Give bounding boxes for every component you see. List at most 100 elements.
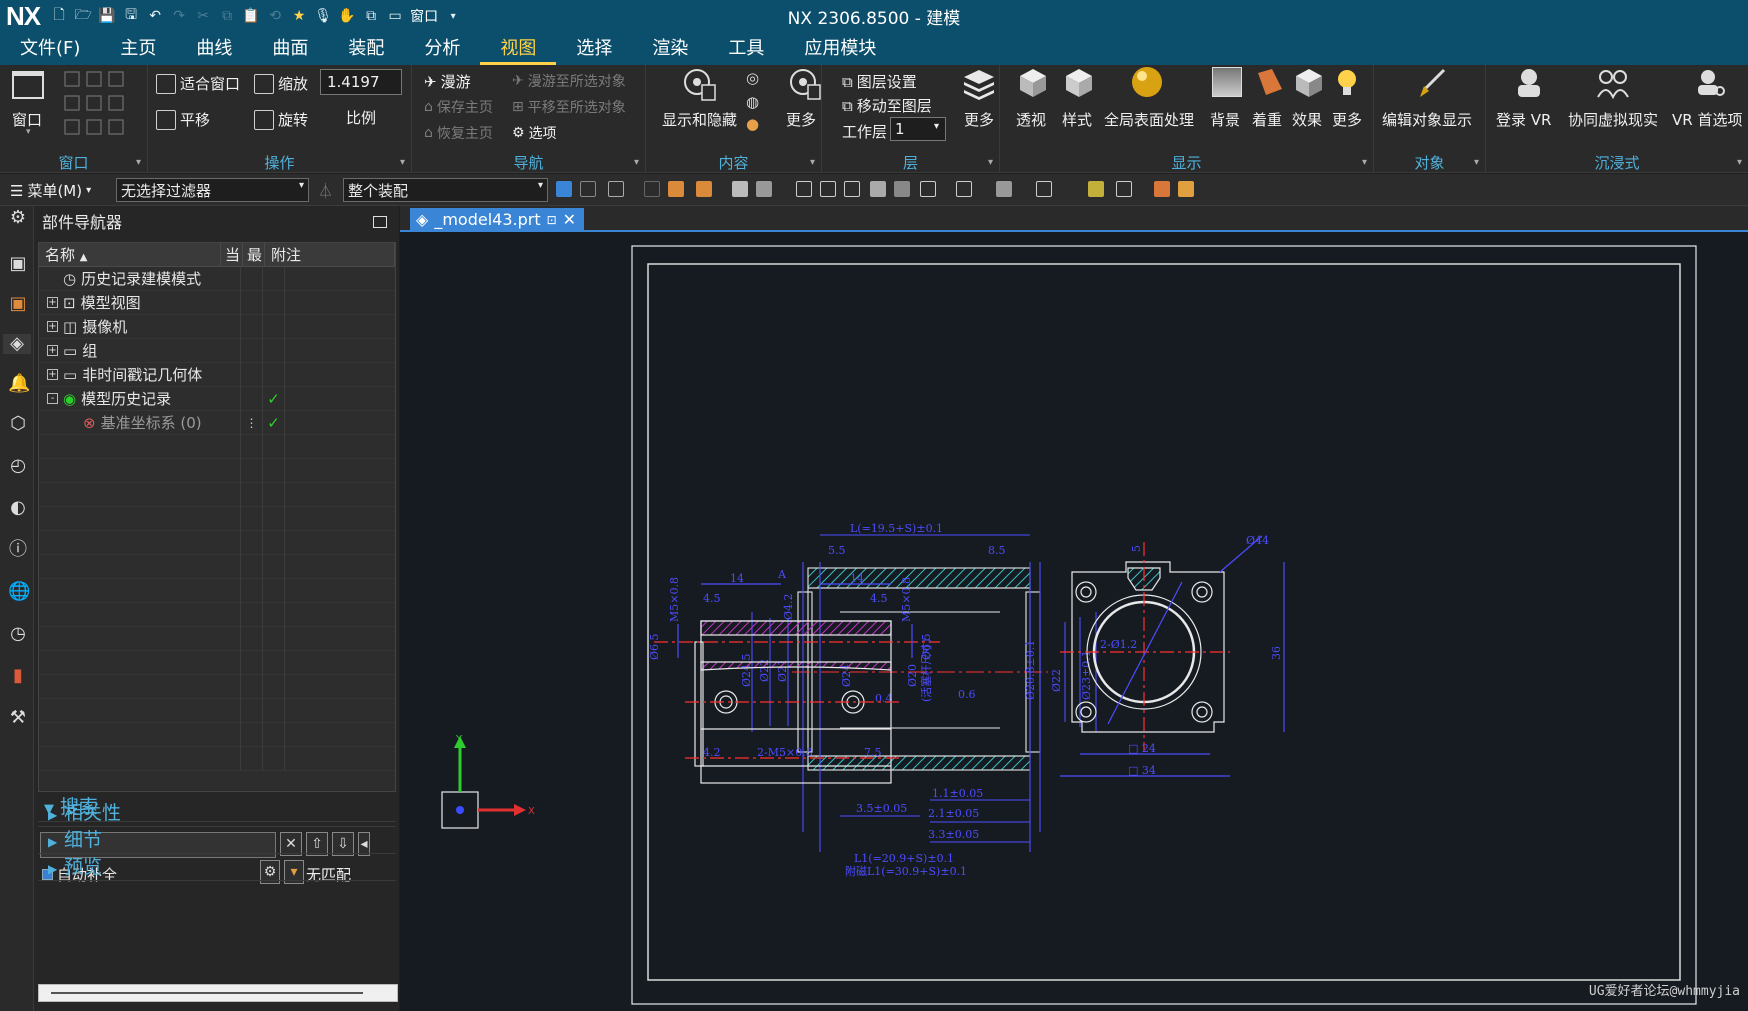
vr-preferences-button[interactable]: VR 首选项 <box>1672 109 1742 130</box>
layer-more-button[interactable]: 更多 <box>964 109 994 130</box>
menu-home[interactable]: 主页 <box>100 32 176 65</box>
cube-icon[interactable] <box>732 181 748 197</box>
microphone-icon[interactable]: 🎙 <box>314 7 332 25</box>
expand-icon[interactable]: + <box>47 297 58 308</box>
window-icon[interactable]: ▭ <box>386 7 404 25</box>
wireframe-icon[interactable] <box>894 181 910 197</box>
redo-icon[interactable]: ↷ <box>170 7 188 25</box>
restore-home-button[interactable]: ⌂ 恢复主页 <box>424 123 493 143</box>
chevron-down-icon[interactable]: ▾ <box>934 121 939 132</box>
tree-row[interactable]: ◷ 历史记录建模模式 <box>39 266 395 291</box>
chevron-down-icon[interactable]: ▾ <box>444 7 462 25</box>
undo-icon[interactable]: ↶ <box>146 7 164 25</box>
shaded-icon[interactable] <box>870 181 886 197</box>
menu-view[interactable]: 视图 <box>480 32 557 65</box>
brush-small-icon[interactable] <box>1088 181 1104 197</box>
menu-curve[interactable]: 曲线 <box>176 32 252 65</box>
scope-select[interactable]: 整个装配 ▾ <box>343 178 548 202</box>
filter-icon[interactable]: ⏃ <box>318 180 333 201</box>
layer-settings-button[interactable]: ⧉ 图层设置 <box>842 71 917 92</box>
menu-select[interactable]: 选择 <box>556 32 632 65</box>
view-section-icon[interactable] <box>956 181 972 197</box>
more-content-icon[interactable] <box>788 67 822 105</box>
invert-icon[interactable]: ● <box>746 115 759 133</box>
brush-icon[interactable] <box>1416 67 1448 103</box>
pan-selected-button[interactable]: ⊞ 平移至所选对象 <box>512 97 626 117</box>
web-browser-icon[interactable]: 🌐 <box>8 582 30 602</box>
tree-row[interactable]: + ◫ 摄像机 <box>39 314 395 339</box>
roles-icon[interactable]: ⚒ <box>8 708 28 728</box>
color-icon[interactable] <box>1154 181 1170 197</box>
login-vr-button[interactable]: 登录 VR <box>1496 109 1551 130</box>
orient-icon[interactable] <box>920 181 936 197</box>
open-file-icon[interactable]: 🗁 <box>74 7 92 25</box>
fit-window-button[interactable]: 适合窗口 <box>156 73 240 94</box>
perspective-icon[interactable] <box>1018 67 1048 103</box>
pan-button[interactable]: 平移 <box>156 109 210 130</box>
column-current[interactable]: 当 <box>221 243 243 266</box>
select-feature-icon[interactable] <box>608 181 624 197</box>
star-icon[interactable]: ★ <box>290 7 308 25</box>
save-icon[interactable]: 💾 <box>98 7 116 25</box>
tree-row[interactable]: + ▭ 组 <box>39 338 395 363</box>
reuse-library-icon[interactable]: ⬡ <box>8 414 28 434</box>
expand-icon[interactable]: + <box>47 369 58 380</box>
scrollbar-thumb[interactable] <box>51 992 363 994</box>
render-style-icon[interactable] <box>996 181 1012 197</box>
vr-headset-icon[interactable] <box>1514 67 1544 103</box>
window-menu[interactable]: 窗口 <box>410 6 438 26</box>
tree-row[interactable]: - ◉ 模型历史记录 ✓ <box>39 386 395 411</box>
close-icon[interactable]: ✕ <box>563 208 576 232</box>
roam-button[interactable]: ✈ 漫游 <box>424 71 471 92</box>
collapse-icon[interactable]: - <box>47 393 58 404</box>
column-name[interactable]: 名称 ▲ <box>39 243 221 266</box>
display-more-button[interactable]: 更多 <box>1332 109 1362 130</box>
maximize-icon[interactable] <box>373 216 387 228</box>
style-icon[interactable] <box>1064 67 1094 103</box>
perspective-button[interactable]: 透视 <box>1016 109 1046 130</box>
person-color-icon[interactable] <box>1178 181 1194 197</box>
history-navigator-icon[interactable]: ◴ <box>8 456 28 476</box>
bulb-icon[interactable] <box>1334 67 1364 103</box>
gear-icon[interactable]: ⚙ <box>8 208 28 228</box>
tree-row[interactable]: + ⊡ 模型视图 <box>39 290 395 315</box>
touch-mode-icon[interactable]: ✋ <box>338 7 356 25</box>
part-navigator-icon[interactable]: ◈ <box>3 334 31 354</box>
zoom-button[interactable]: 缩放 <box>254 73 308 94</box>
type-filter-select[interactable]: 无选择过滤器 ▾ <box>116 178 309 202</box>
switch-window-icon[interactable]: ⧉ <box>362 7 380 25</box>
window-icon[interactable] <box>12 71 44 99</box>
navigator-scrollbar[interactable] <box>38 984 398 1002</box>
details-section[interactable]: ▶ 细节 <box>38 827 396 854</box>
scale-input[interactable]: 1.4197 <box>320 69 402 95</box>
zoom-window-icon[interactable] <box>820 181 836 197</box>
select-face-icon[interactable] <box>644 181 660 197</box>
cut-icon[interactable]: ✂ <box>194 7 212 25</box>
preview-section[interactable]: ▶ 预览 <box>38 854 396 881</box>
expand-icon[interactable]: + <box>47 321 58 332</box>
collab-vr-button[interactable]: 协同虚拟现实 <box>1568 109 1658 130</box>
column-notes[interactable]: 附注 <box>265 243 395 266</box>
collab-vr-icon[interactable] <box>1596 67 1630 103</box>
show-hide-icon[interactable] <box>682 67 718 107</box>
notifications-icon[interactable]: 🔔 <box>8 374 30 394</box>
show-only-icon[interactable]: ◎ <box>746 69 759 87</box>
emphasis-button[interactable]: 着重 <box>1252 109 1282 130</box>
selection-mode-icon[interactable] <box>556 181 572 197</box>
select-body-icon[interactable] <box>668 181 684 197</box>
fit-icon[interactable] <box>796 181 812 197</box>
new-file-icon[interactable]: 🗋 <box>50 7 68 25</box>
clock-icon[interactable]: ◷ <box>8 624 28 644</box>
graphics-window[interactable]: L(=19.5+S)±0.1 5.5 8.5 A Ø24.5 Ø22 Ø21 Ø… <box>400 232 1748 1011</box>
content-more-button[interactable]: 更多 <box>786 109 816 130</box>
cube-shaded-icon[interactable] <box>756 181 772 197</box>
rotate-view-icon[interactable] <box>844 181 860 197</box>
window-layout-grid-icon[interactable] <box>64 71 124 139</box>
measure-icon[interactable] <box>1116 181 1132 197</box>
dependencies-section[interactable]: ▶ 相关性 <box>38 800 396 827</box>
global-surface-icon[interactable] <box>1130 65 1164 103</box>
menu-render[interactable]: 渲染 <box>632 32 708 65</box>
tree-row[interactable]: + ▭ 非时间戳记几何体 <box>39 362 395 387</box>
effects-icon[interactable] <box>1294 67 1324 103</box>
roam-selected-button[interactable]: ✈ 漫游至所选对象 <box>512 71 626 91</box>
